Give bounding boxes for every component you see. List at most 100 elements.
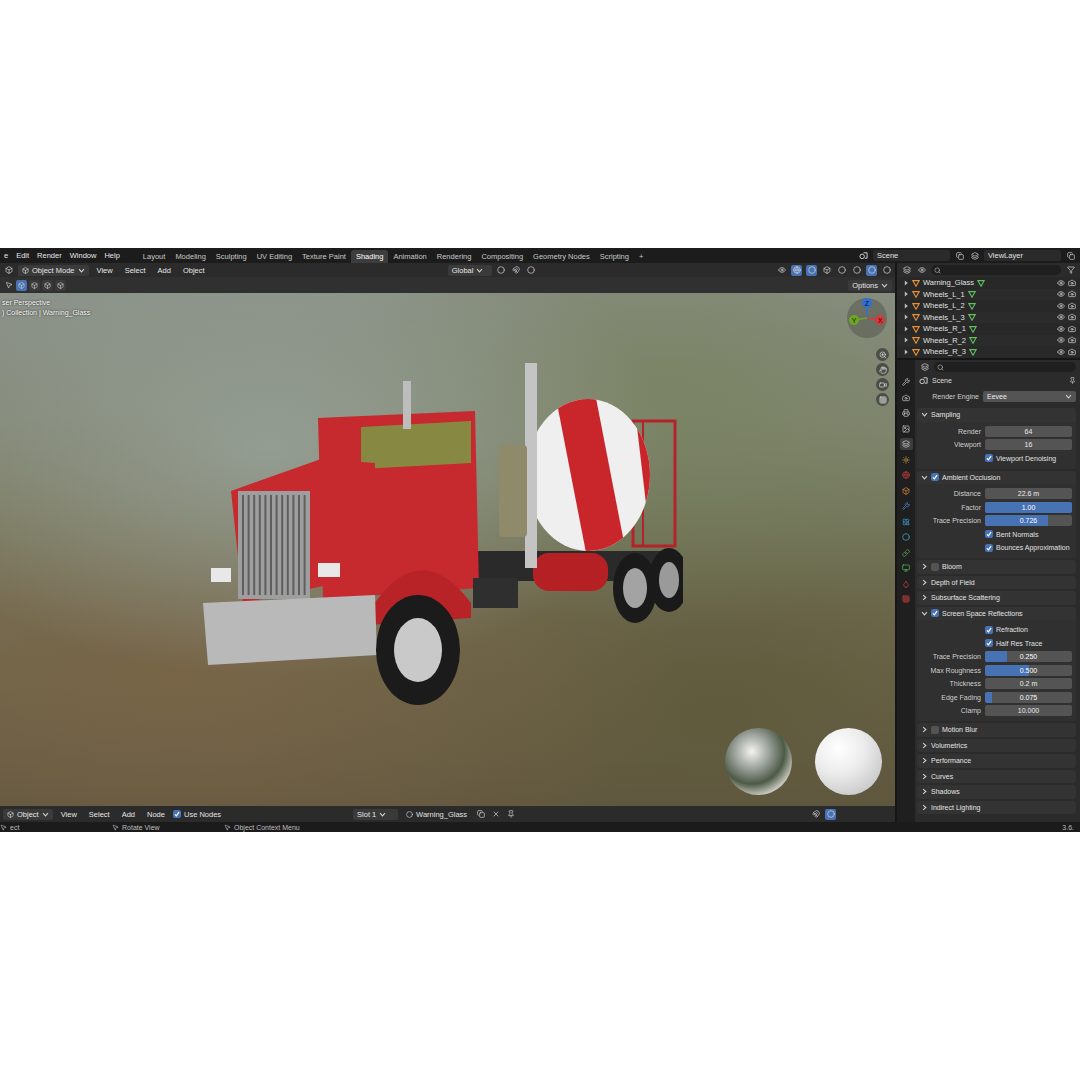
- modifier-icon[interactable]: [969, 325, 977, 333]
- gizmo-axis[interactable]: X: [867, 315, 885, 325]
- properties-tab[interactable]: [900, 376, 913, 388]
- panel-header[interactable]: Sampling: [917, 408, 1076, 422]
- modifier-icon[interactable]: [969, 348, 977, 356]
- xray-icon[interactable]: [821, 265, 832, 276]
- chevron-icon[interactable]: [921, 474, 928, 481]
- panel-header[interactable]: Screen Space Reflections: [917, 607, 1076, 621]
- filter-icon[interactable]: [1065, 265, 1076, 276]
- workspace-tab[interactable]: Scripting: [595, 250, 634, 263]
- properties-tab[interactable]: [900, 562, 913, 574]
- snap-icon[interactable]: [810, 809, 821, 820]
- workspace-tab[interactable]: Texture Paint: [297, 250, 351, 263]
- dropdown-chevron-icon[interactable]: [379, 811, 386, 818]
- viewport-menu-item[interactable]: View: [93, 263, 117, 278]
- slider[interactable]: 0.500: [985, 665, 1072, 676]
- pin-icon[interactable]: [505, 809, 516, 820]
- chevron-icon[interactable]: [921, 726, 928, 733]
- orientation-dropdown[interactable]: Global: [448, 265, 492, 276]
- eye-icon[interactable]: [1057, 325, 1065, 333]
- properties-tab[interactable]: [900, 593, 913, 605]
- camera-icon[interactable]: [1068, 279, 1076, 287]
- checkbox-field[interactable]: Bounces Approximation: [985, 544, 1072, 552]
- layers-icon[interactable]: [969, 250, 980, 261]
- eye-icon[interactable]: [1057, 290, 1065, 298]
- outliner-row[interactable]: Wheels_L_3: [897, 312, 1080, 324]
- display-mode-icon[interactable]: [916, 265, 927, 276]
- menu-item[interactable]: Render: [33, 248, 66, 263]
- node-menu-item[interactable]: Node: [143, 807, 169, 822]
- viewport-menu-item[interactable]: Object: [179, 263, 209, 278]
- add-workspace-button[interactable]: +: [634, 250, 648, 263]
- node-editor-type-dropdown[interactable]: Object: [3, 809, 53, 820]
- checkbox-field[interactable]: Viewport Denoising: [985, 454, 1072, 462]
- chevron-icon[interactable]: [921, 742, 928, 749]
- modifier-icon[interactable]: [968, 302, 976, 310]
- properties-tab[interactable]: [900, 485, 913, 497]
- workspace-tab[interactable]: Rendering: [432, 250, 477, 263]
- select-subtract-icon[interactable]: [42, 280, 53, 291]
- scene-icon[interactable]: [858, 250, 869, 261]
- node-menu-item[interactable]: Add: [118, 807, 139, 822]
- checkbox[interactable]: [173, 810, 181, 818]
- chevron-icon[interactable]: [921, 773, 928, 780]
- chevron-icon[interactable]: [921, 804, 928, 811]
- eye-icon[interactable]: [1057, 336, 1065, 344]
- properties-tab[interactable]: [900, 438, 913, 450]
- workspace-tab[interactable]: Layout: [138, 250, 171, 263]
- checkbox-row[interactable]: Viewport Denoising: [917, 452, 1076, 465]
- dropdown-chevron-icon[interactable]: [78, 267, 85, 274]
- ortho-button[interactable]: [876, 393, 889, 406]
- checkbox[interactable]: [985, 639, 993, 647]
- select-extend-icon[interactable]: [29, 280, 40, 291]
- value-field[interactable]: 10.000: [985, 705, 1072, 716]
- properties-tab[interactable]: [900, 454, 913, 466]
- properties-tab[interactable]: [900, 516, 913, 528]
- use-nodes-toggle[interactable]: Use Nodes: [173, 810, 221, 819]
- value-field[interactable]: 22.6 m: [985, 488, 1072, 499]
- checkbox[interactable]: [931, 473, 939, 481]
- outliner-type-icon[interactable]: [901, 265, 912, 276]
- slider[interactable]: 1.00: [985, 502, 1072, 513]
- node-menu-item[interactable]: Select: [85, 807, 114, 822]
- properties-tab[interactable]: [900, 531, 913, 543]
- render-engine-dropdown[interactable]: Eevee: [983, 391, 1076, 402]
- dropdown-chevron-icon[interactable]: [476, 267, 483, 274]
- workspace-tab[interactable]: Compositing: [476, 250, 528, 263]
- outliner-row[interactable]: Wheels_L_2: [897, 300, 1080, 312]
- panel-header[interactable]: Shadows: [917, 785, 1076, 799]
- properties-tab[interactable]: [900, 407, 913, 419]
- eye-icon[interactable]: [1057, 313, 1065, 321]
- expand-icon[interactable]: [903, 314, 909, 320]
- gizmo-axis[interactable]: Y: [849, 315, 867, 325]
- value-field[interactable]: 64: [985, 426, 1072, 437]
- expand-icon[interactable]: [903, 291, 909, 297]
- panel-header[interactable]: Motion Blur: [917, 723, 1076, 737]
- eye-icon[interactable]: [1057, 348, 1065, 356]
- slider[interactable]: 0.726: [985, 515, 1072, 526]
- workspace-tab[interactable]: Animation: [388, 250, 431, 263]
- camera-icon[interactable]: [1068, 290, 1076, 298]
- viewport-menu-item[interactable]: Select: [121, 263, 150, 278]
- gizmo-axis[interactable]: Z: [862, 298, 872, 318]
- panel-header[interactable]: Ambient Occlusion: [917, 471, 1076, 485]
- properties-search[interactable]: [934, 362, 1076, 372]
- modifier-icon[interactable]: [968, 313, 976, 321]
- properties-tab[interactable]: [900, 392, 913, 404]
- chevron-icon[interactable]: [921, 563, 928, 570]
- viewport-menu-item[interactable]: Add: [154, 263, 175, 278]
- camera-icon[interactable]: [1068, 313, 1076, 321]
- outliner-row[interactable]: Wheels_R_1: [897, 323, 1080, 335]
- properties-tab[interactable]: [900, 423, 913, 435]
- material-shading-icon[interactable]: [866, 265, 877, 276]
- outliner-row[interactable]: Wheels_R_3: [897, 346, 1080, 358]
- mode-dropdown[interactable]: Object Mode: [18, 265, 89, 276]
- value-field[interactable]: 0.2 m: [985, 678, 1072, 689]
- chevron-icon[interactable]: [921, 579, 928, 586]
- properties-type-icon[interactable]: [919, 362, 930, 373]
- camera-icon[interactable]: [1068, 348, 1076, 356]
- checkbox[interactable]: [985, 626, 993, 634]
- properties-tab[interactable]: [900, 469, 913, 481]
- checkbox-row[interactable]: Half Res Trace: [917, 637, 1076, 650]
- slot-dropdown[interactable]: Slot 1: [353, 809, 398, 820]
- overlay-icon[interactable]: [825, 809, 836, 820]
